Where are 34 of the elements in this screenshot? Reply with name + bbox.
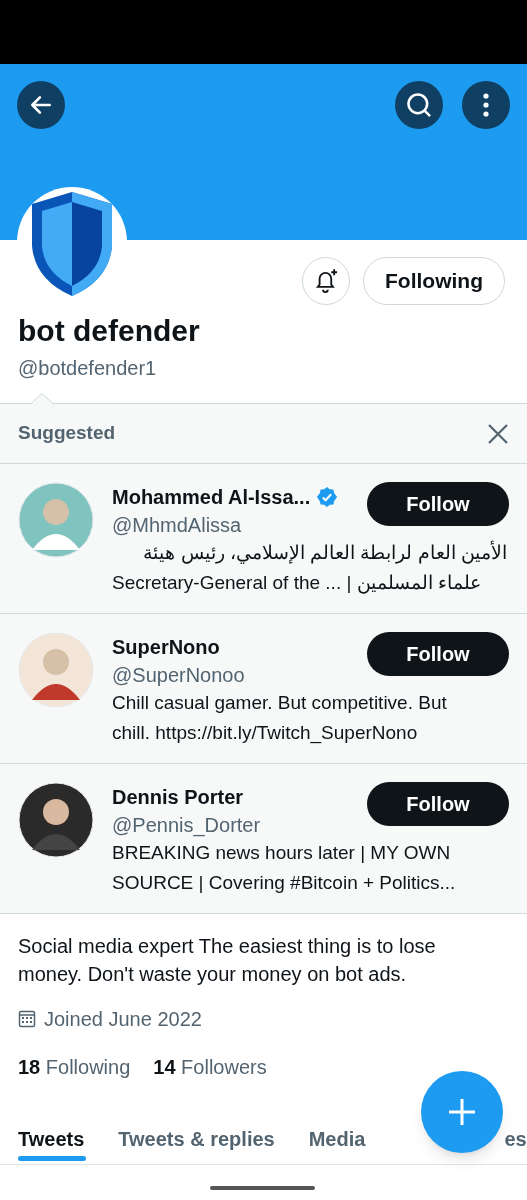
user-bio-line: chill. https://bit.ly/Twitch_SuperNono bbox=[112, 721, 419, 746]
follow-stat[interactable]: 18 Following bbox=[18, 1052, 131, 1082]
user-bio-line: BREAKING news hours later | MY OWN bbox=[112, 841, 452, 865]
follow-button[interactable]: Follow bbox=[367, 782, 509, 826]
profile-tab[interactable]: Tweets & replies bbox=[118, 1114, 275, 1164]
user-handle: @MhmdAlissa bbox=[112, 513, 243, 538]
profile-tab[interactable]: Tweets bbox=[18, 1114, 85, 1164]
more-button[interactable] bbox=[462, 81, 510, 129]
user-handle: @SuperNonoo bbox=[112, 663, 245, 688]
search-button[interactable] bbox=[395, 81, 443, 129]
search-icon bbox=[405, 91, 433, 119]
follow-button[interactable]: Follow bbox=[367, 482, 509, 526]
suggested-heading: Suggested bbox=[18, 421, 116, 446]
follow-button[interactable]: Follow bbox=[367, 632, 509, 676]
back-button[interactable] bbox=[17, 81, 65, 129]
profile-name: bot defender bbox=[18, 313, 201, 349]
calendar-icon bbox=[18, 1010, 36, 1028]
plus-icon bbox=[448, 1098, 476, 1126]
user-bio-line: Secretary-General of the ... | علماء المسلمين bbox=[112, 571, 482, 596]
user-name: SuperNono bbox=[112, 635, 220, 660]
profile-tab[interactable]: Media bbox=[308, 1114, 366, 1164]
user-bio-line: SOURCE | Covering #Bitcoin + Politics... bbox=[112, 871, 457, 895]
profile-handle: @botdefender1 bbox=[18, 356, 158, 381]
close-icon[interactable] bbox=[487, 422, 509, 445]
user-name: Mohammed Al-Issa... bbox=[112, 485, 311, 510]
follow-stat[interactable]: 14 Followers bbox=[153, 1052, 267, 1082]
user-name: Dennis Porter bbox=[112, 785, 244, 810]
more-icon bbox=[483, 93, 489, 117]
user-handle: @Pennis_Dorter bbox=[112, 813, 261, 838]
profile-tab[interactable]: es bbox=[504, 1114, 527, 1164]
joined-date: Joined June 2022 bbox=[44, 1007, 202, 1032]
profile-bio: Social media expert The easiest thing is to lose money. Don't waste your money on bot ads. bbox=[18, 934, 437, 987]
user-bio-line: الأمين العام لرابطة العالم الإسلامي، رئيس هيئة bbox=[142, 539, 508, 566]
user-bio-line: Chill casual gamer. But competitive. But bbox=[112, 691, 448, 715]
